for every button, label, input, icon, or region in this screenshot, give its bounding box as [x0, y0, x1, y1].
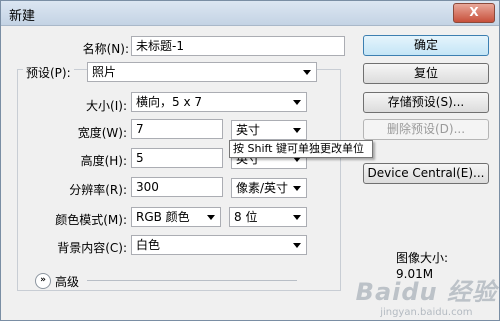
reset-button[interactable]: 复位: [363, 63, 489, 84]
chevron-down-icon: [303, 70, 311, 75]
bit-depth-value: 8 位: [234, 210, 258, 224]
dialog-title: 新建: [9, 9, 36, 24]
width-unit-value: 英寸: [236, 123, 261, 137]
chevron-down-icon: [293, 186, 301, 191]
chevron-down-icon: [293, 100, 301, 105]
watermark-logo: Baidu 经验: [355, 278, 497, 306]
save-preset-button[interactable]: 存储预设(S)...: [363, 92, 489, 113]
bit-depth-select[interactable]: 8 位: [229, 207, 307, 227]
width-input[interactable]: 7: [131, 119, 223, 139]
size-label: 大小(I):: [86, 99, 127, 113]
color-mode-select[interactable]: RGB 颜色: [131, 207, 221, 227]
background-value: 白色: [136, 238, 161, 252]
resolution-label: 分辨率(R):: [69, 183, 127, 197]
background-select[interactable]: 白色: [131, 235, 307, 255]
close-button[interactable]: X: [453, 3, 495, 23]
resolution-unit-value: 像素/英寸: [236, 181, 289, 195]
delete-preset-button[interactable]: 删除预设(D)...: [363, 119, 489, 140]
width-unit-select[interactable]: 英寸: [231, 120, 307, 140]
chevron-down-icon: [293, 128, 301, 133]
resolution-input[interactable]: 300: [131, 177, 223, 197]
height-label: 高度(H):: [80, 154, 127, 168]
unit-tooltip: 按 Shift 键可单独更改单位: [229, 140, 373, 158]
width-label: 宽度(W):: [77, 126, 127, 140]
height-input[interactable]: 5: [131, 148, 223, 168]
size-value: 横向，5 x 7: [136, 95, 203, 109]
new-document-dialog: 新建 X 名称(N): 未标题-1 预设(P): 照片 大小(I): 横向，5 …: [0, 0, 500, 321]
resolution-unit-select[interactable]: 像素/英寸: [231, 178, 307, 198]
color-mode-label: 颜色模式(M):: [55, 213, 127, 227]
device-central-button[interactable]: Device Central(E)...: [363, 163, 489, 184]
preset-value: 照片: [92, 65, 117, 79]
name-label: 名称(N):: [82, 42, 129, 56]
color-mode-value: RGB 颜色: [136, 210, 190, 224]
baidu-watermark: Baidu 经验 jingyan.baidu.com: [356, 272, 497, 318]
name-input[interactable]: 未标题-1: [131, 36, 345, 56]
advanced-label[interactable]: 高级: [55, 273, 79, 290]
chevron-down-icon: [293, 215, 301, 220]
advanced-divider: [87, 280, 297, 281]
image-size-label: 图像大小:: [396, 251, 449, 265]
watermark-url: jingyan.baidu.com: [380, 307, 473, 318]
background-label: 背景内容(C):: [57, 241, 127, 255]
preset-select[interactable]: 照片: [87, 62, 317, 82]
ok-button[interactable]: 确定: [363, 35, 489, 56]
title-bar: 新建 X: [1, 1, 499, 26]
preset-label: 预设(P):: [23, 64, 74, 81]
chevron-down-icon: [207, 215, 215, 220]
size-select[interactable]: 横向，5 x 7: [131, 92, 307, 112]
chevron-down-icon: [293, 243, 301, 248]
expand-advanced-icon[interactable]: »: [35, 273, 51, 289]
